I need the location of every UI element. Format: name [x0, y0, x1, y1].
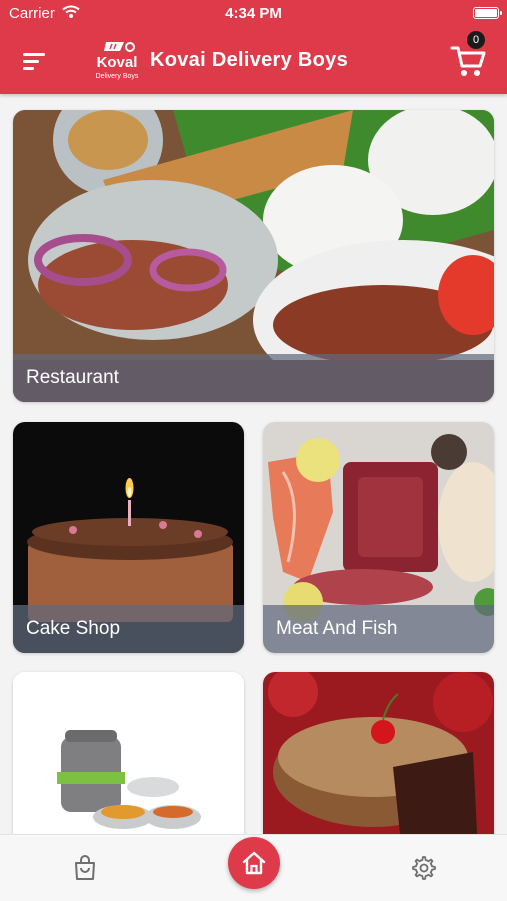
category-card-cake-shop[interactable]: Cake Shop	[13, 422, 244, 653]
status-bar: Carrier 4:34 PM	[0, 0, 507, 27]
shopping-bag-icon[interactable]	[73, 855, 97, 881]
status-time: 4:34 PM	[225, 5, 282, 22]
cart-count-badge: 0	[467, 31, 485, 49]
app-header: Koval Delivery Boys Kovai Delivery Boys	[0, 27, 507, 94]
home-icon	[242, 851, 266, 875]
utensils-image	[13, 672, 244, 834]
brand-logo: Koval Delivery Boys	[96, 42, 139, 80]
menu-icon[interactable]	[20, 49, 50, 73]
category-label: Meat And Fish	[263, 605, 494, 653]
category-card-restaurant[interactable]: Restaurant	[13, 110, 494, 402]
category-grid: Restaurant Cake Shop Meat And Fish	[0, 94, 507, 834]
logo-text: Koval	[97, 54, 138, 71]
category-label: Restaurant	[13, 354, 494, 402]
category-card-utensils[interactable]	[13, 672, 244, 834]
logo-subtext: Delivery Boys	[96, 73, 139, 80]
app-title: Kovai Delivery Boys	[150, 49, 349, 71]
category-label: Cake Shop	[13, 605, 244, 653]
home-button[interactable]	[228, 837, 280, 889]
gear-icon[interactable]	[410, 855, 436, 881]
category-card-meat-and-fish[interactable]: Meat And Fish	[263, 422, 494, 653]
battery-icon	[473, 7, 502, 19]
cake-image	[263, 672, 494, 834]
category-card-cakes[interactable]	[263, 672, 494, 834]
